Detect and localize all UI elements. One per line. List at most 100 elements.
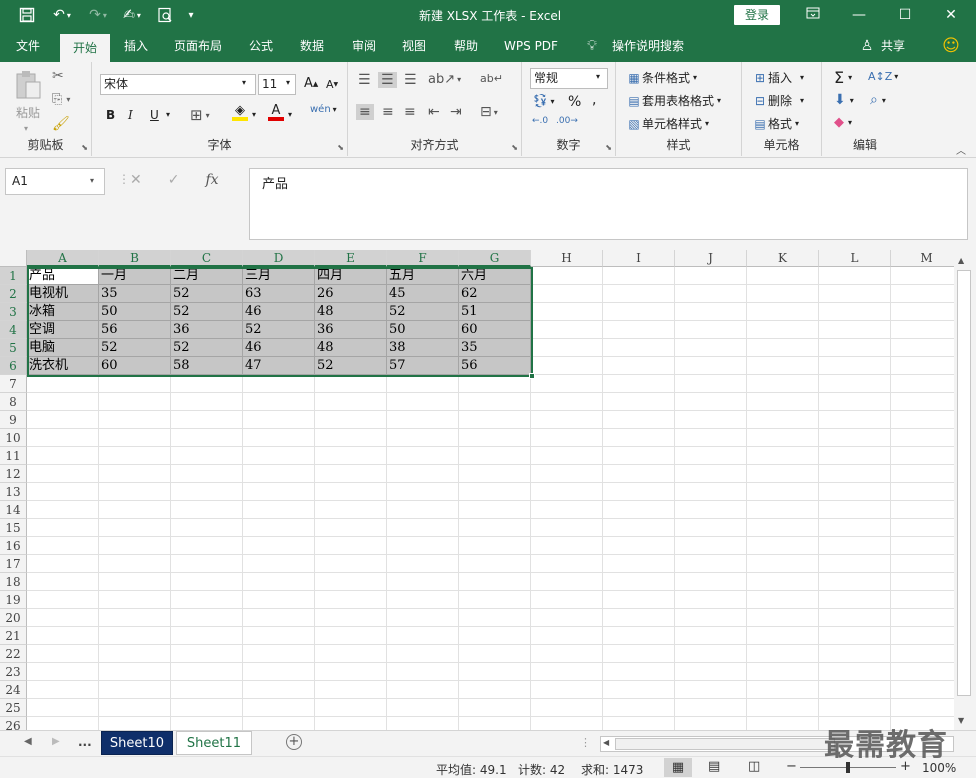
cell-a14[interactable]: [27, 501, 99, 519]
cell-i14[interactable]: [603, 501, 675, 519]
cell-e14[interactable]: [315, 501, 387, 519]
cell-m23[interactable]: [891, 663, 963, 681]
cell-a20[interactable]: [27, 609, 99, 627]
undo-icon[interactable]: ↶ ▾: [48, 5, 76, 25]
cell-j11[interactable]: [675, 447, 747, 465]
cell-d19[interactable]: [243, 591, 315, 609]
cell-f18[interactable]: [387, 573, 459, 591]
cell-f4[interactable]: 50: [387, 321, 459, 339]
cell-m19[interactable]: [891, 591, 963, 609]
scroll-up-icon[interactable]: ▲: [958, 256, 964, 265]
wrap-text-icon[interactable]: ab↵: [480, 72, 503, 85]
cell-h24[interactable]: [531, 681, 603, 699]
cell-e7[interactable]: [315, 375, 387, 393]
cell-a18[interactable]: [27, 573, 99, 591]
touch-mode-icon[interactable]: ✍ ▾: [118, 5, 146, 25]
cell-i24[interactable]: [603, 681, 675, 699]
font-size-select[interactable]: 11: [258, 74, 296, 95]
tell-me-search[interactable]: 操作说明搜索: [606, 31, 690, 62]
cell-b5[interactable]: 52: [99, 339, 171, 357]
cell-g8[interactable]: [459, 393, 531, 411]
cell-f2[interactable]: 45: [387, 285, 459, 303]
cell-c18[interactable]: [171, 573, 243, 591]
cell-f21[interactable]: [387, 627, 459, 645]
cell-k1[interactable]: [747, 267, 819, 285]
cell-a16[interactable]: [27, 537, 99, 555]
cell-l18[interactable]: [819, 573, 891, 591]
cell-e18[interactable]: [315, 573, 387, 591]
formula-input[interactable]: 产品: [249, 168, 968, 240]
cell-a4[interactable]: 空调: [27, 321, 99, 339]
row-header-4[interactable]: 4: [0, 321, 27, 339]
row-header-24[interactable]: 24: [0, 681, 27, 699]
cell-c6[interactable]: 58: [171, 357, 243, 375]
cell-j9[interactable]: [675, 411, 747, 429]
cell-c3[interactable]: 52: [171, 303, 243, 321]
row-header-13[interactable]: 13: [0, 483, 27, 501]
cell-m22[interactable]: [891, 645, 963, 663]
increase-decimal-icon[interactable]: ←.0: [532, 116, 548, 126]
cell-e11[interactable]: [315, 447, 387, 465]
smiley-feedback-icon[interactable]: ☺: [940, 31, 962, 62]
cell-d13[interactable]: [243, 483, 315, 501]
cell-d24[interactable]: [243, 681, 315, 699]
cell-k17[interactable]: [747, 555, 819, 573]
cell-k19[interactable]: [747, 591, 819, 609]
cell-g22[interactable]: [459, 645, 531, 663]
cell-a7[interactable]: [27, 375, 99, 393]
row-header-1[interactable]: 1: [0, 267, 27, 285]
tab-view[interactable]: 视图: [392, 31, 436, 62]
align-right-icon[interactable]: ≡: [404, 104, 416, 120]
cell-d10[interactable]: [243, 429, 315, 447]
cell-c22[interactable]: [171, 645, 243, 663]
row-header-17[interactable]: 17: [0, 555, 27, 573]
cell-a15[interactable]: [27, 519, 99, 537]
cell-h23[interactable]: [531, 663, 603, 681]
cell-m2[interactable]: [891, 285, 963, 303]
cell-j19[interactable]: [675, 591, 747, 609]
cell-l23[interactable]: [819, 663, 891, 681]
tab-formulas[interactable]: 公式: [240, 31, 282, 62]
cell-d6[interactable]: 47: [243, 357, 315, 375]
cell-c21[interactable]: [171, 627, 243, 645]
minimize-icon[interactable]: —: [844, 4, 874, 26]
cell-h3[interactable]: [531, 303, 603, 321]
sort-filter-icon[interactable]: A↕Z ▾: [868, 70, 898, 83]
font-color-icon[interactable]: A: [268, 104, 284, 121]
cell-e10[interactable]: [315, 429, 387, 447]
cell-b24[interactable]: [99, 681, 171, 699]
cell-c20[interactable]: [171, 609, 243, 627]
column-header-m[interactable]: M: [891, 250, 963, 267]
cell-a24[interactable]: [27, 681, 99, 699]
cell-h19[interactable]: [531, 591, 603, 609]
cell-h22[interactable]: [531, 645, 603, 663]
cell-b4[interactable]: 56: [99, 321, 171, 339]
cell-i12[interactable]: [603, 465, 675, 483]
collapse-ribbon-icon[interactable]: ︿: [956, 142, 966, 157]
cell-m1[interactable]: [891, 267, 963, 285]
cell-j25[interactable]: [675, 699, 747, 717]
cell-d15[interactable]: [243, 519, 315, 537]
cell-a12[interactable]: [27, 465, 99, 483]
page-layout-view-icon[interactable]: ▤: [708, 759, 720, 774]
cell-e19[interactable]: [315, 591, 387, 609]
cell-g11[interactable]: [459, 447, 531, 465]
maximize-icon[interactable]: ☐: [890, 4, 920, 26]
column-header-b[interactable]: B: [99, 250, 171, 267]
cell-f13[interactable]: [387, 483, 459, 501]
column-header-e[interactable]: E: [315, 250, 387, 267]
find-select-icon[interactable]: ⌕ ▾: [870, 92, 886, 108]
cell-d3[interactable]: 46: [243, 303, 315, 321]
cell-g25[interactable]: [459, 699, 531, 717]
bold-button[interactable]: B: [106, 108, 115, 122]
insert-cells-button[interactable]: ⊞ 插入 ▾: [752, 69, 804, 86]
cell-b16[interactable]: [99, 537, 171, 555]
cell-k12[interactable]: [747, 465, 819, 483]
cell-d20[interactable]: [243, 609, 315, 627]
cell-m14[interactable]: [891, 501, 963, 519]
prev-sheet-icon[interactable]: ◀: [24, 736, 32, 747]
row-header-18[interactable]: 18: [0, 573, 27, 591]
cell-k2[interactable]: [747, 285, 819, 303]
cell-g20[interactable]: [459, 609, 531, 627]
cell-b6[interactable]: 60: [99, 357, 171, 375]
